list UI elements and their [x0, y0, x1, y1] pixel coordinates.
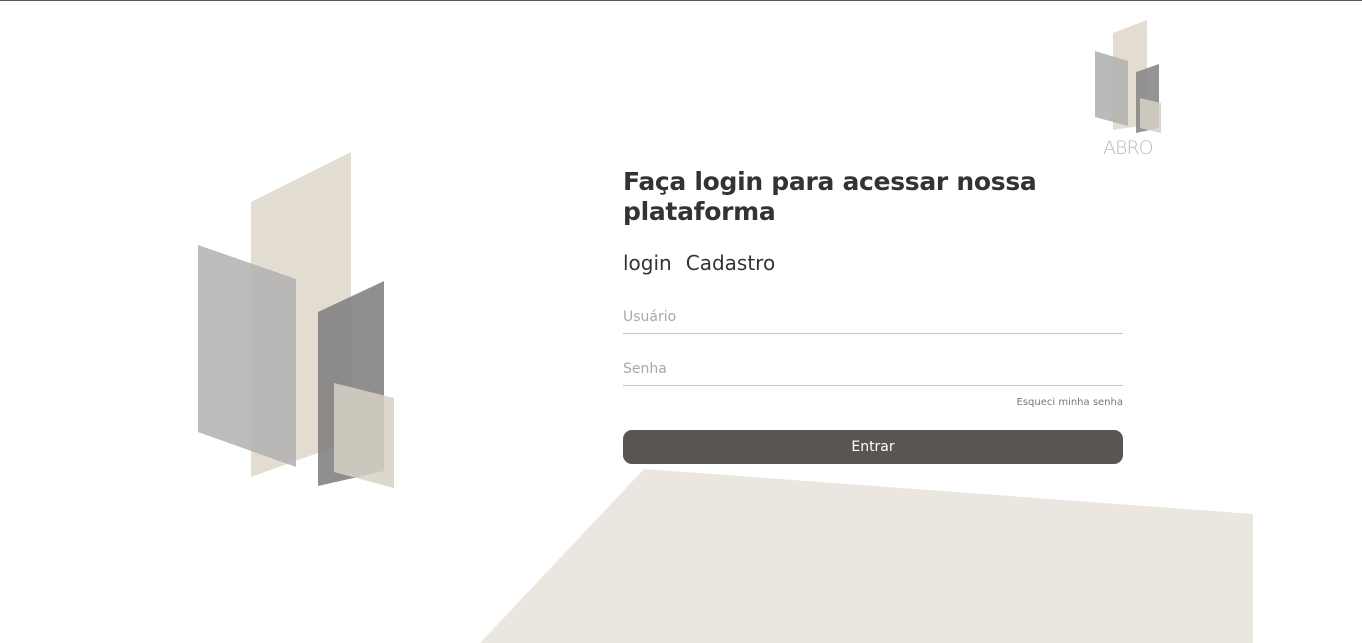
tab-cadastro[interactable]: Cadastro	[686, 251, 775, 275]
page-title: Faça login para acessar nossa plataforma	[623, 167, 1037, 226]
submit-button[interactable]: Entrar	[623, 430, 1123, 464]
username-field	[623, 295, 1123, 334]
tab-login[interactable]: login	[623, 251, 672, 275]
username-input[interactable]	[623, 309, 1123, 325]
password-input[interactable]	[623, 361, 1123, 377]
forgot-password-link[interactable]: Esqueci minha senha	[623, 397, 1124, 408]
auth-tabs: login Cadastro	[623, 251, 1123, 275]
login-page: ABRO Faça login para acessar nossa plata…	[0, 0, 1362, 643]
brand-logo-text: ABRO	[1103, 137, 1154, 159]
password-field	[623, 347, 1123, 386]
login-panel: Faça login para acessar nossa plataforma…	[623, 167, 1123, 464]
buildings-illustration	[198, 152, 394, 488]
